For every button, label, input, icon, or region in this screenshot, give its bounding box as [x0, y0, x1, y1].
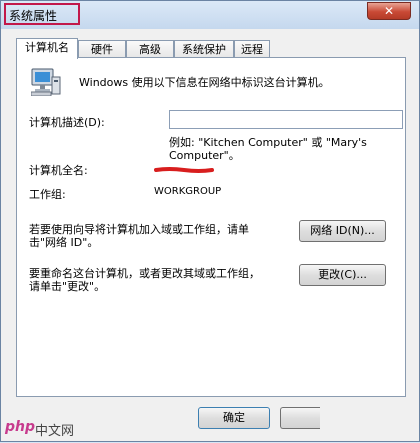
- title-bar: 系统属性 ✕: [1, 1, 419, 29]
- close-button[interactable]: ✕: [367, 2, 411, 20]
- watermark-php: php: [5, 419, 36, 435]
- workgroup-label: 工作组:: [29, 188, 66, 201]
- intro-text: Windows 使用以下信息在网络中标识这台计算机。: [79, 76, 330, 89]
- site-watermark: php 中文网: [1, 411, 81, 443]
- change-button[interactable]: 更改(C)...: [299, 264, 386, 286]
- window-title: 系统属性: [9, 9, 58, 23]
- watermark-site: 中文网: [35, 424, 75, 439]
- redaction-mark: [154, 167, 214, 173]
- workgroup-value: WORKGROUP: [154, 186, 222, 197]
- network-id-button[interactable]: 网络 ID(N)...: [299, 220, 386, 242]
- tab-panel: Windows 使用以下信息在网络中标识这台计算机。 计算机描述(D): 例如:…: [16, 57, 406, 397]
- description-input[interactable]: [169, 110, 403, 129]
- rename-text-line2: 请单击"更改"。: [29, 280, 106, 293]
- tab-advanced[interactable]: 高级: [126, 40, 174, 57]
- computer-icon: [31, 68, 61, 96]
- system-properties-window: 系统属性 ✕ 计算机名 硬件 高级 系统保护 远程 Windows 使用以下信息…: [0, 0, 420, 442]
- example-text-line2: Computer"。: [169, 149, 240, 162]
- full-name-label: 计算机全名:: [29, 164, 88, 177]
- description-label: 计算机描述(D):: [29, 116, 105, 129]
- cancel-button-partial[interactable]: [280, 407, 320, 429]
- tab-system-protection[interactable]: 系统保护: [174, 40, 234, 57]
- tab-hardware[interactable]: 硬件: [78, 40, 126, 57]
- network-id-text-line2: 击"网络 ID"。: [29, 236, 99, 249]
- tab-remote[interactable]: 远程: [234, 40, 270, 57]
- tab-computer-name[interactable]: 计算机名: [16, 38, 78, 59]
- ok-button[interactable]: 确定: [198, 407, 270, 429]
